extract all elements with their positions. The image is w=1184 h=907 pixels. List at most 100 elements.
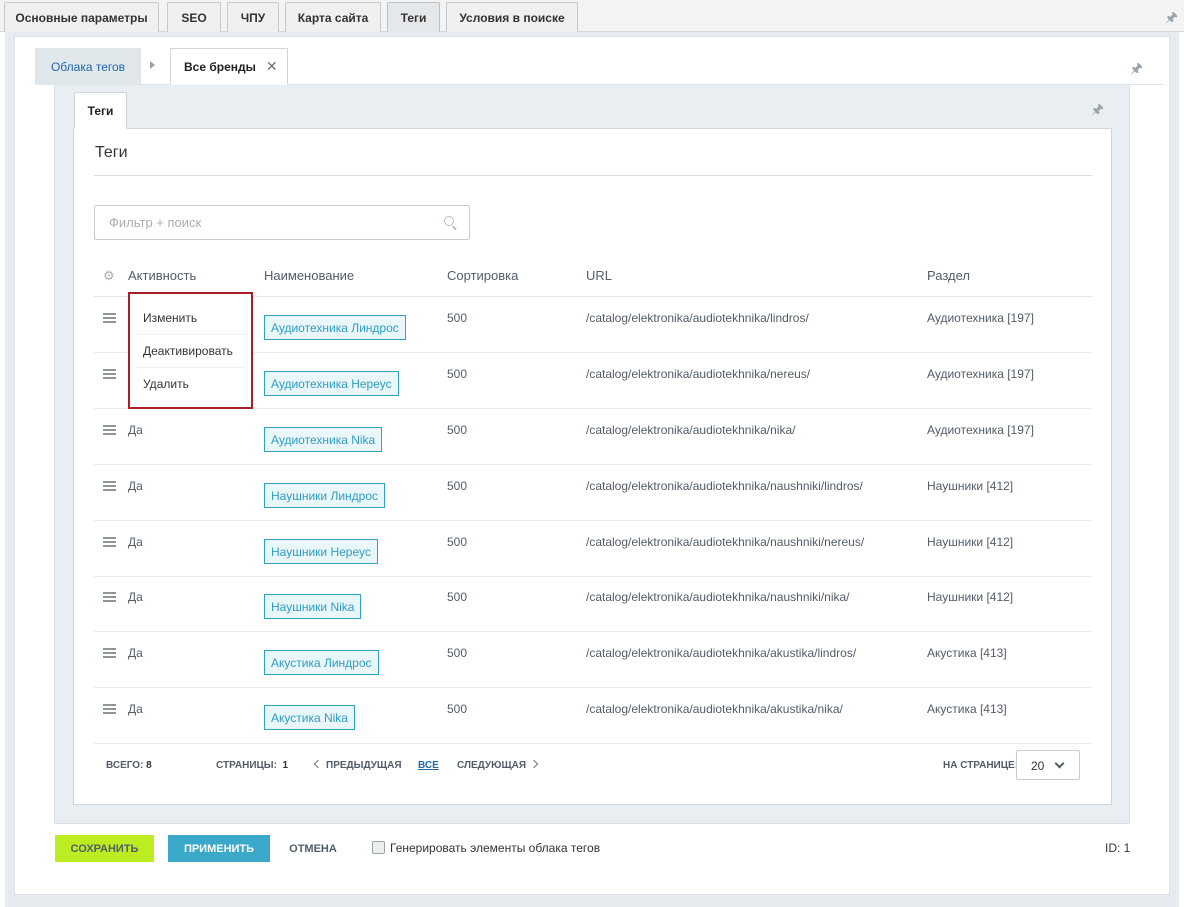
tab-chpu[interactable]: ЧПУ <box>227 2 279 32</box>
cell-sort: 500 <box>447 479 468 493</box>
cell-section: Аудиотехника [197] <box>927 311 1034 325</box>
tag-link[interactable]: Аудиотехника Линдрос <box>264 315 406 340</box>
menu-item-edit[interactable]: Изменить <box>143 311 197 325</box>
row-menu-icon[interactable] <box>103 369 116 379</box>
per-page-value: 20 <box>1031 759 1045 773</box>
cell-url: /catalog/elektronika/audiotekhnika/akust… <box>586 646 857 660</box>
total-label: Всего: <box>106 760 144 771</box>
all-pages-link[interactable]: Все <box>418 760 439 771</box>
pin-icon[interactable]: 🖈 <box>1091 99 1104 123</box>
tag-link[interactable]: Акустика Линдрос <box>264 650 379 675</box>
breadcrumb-arrow-icon <box>150 61 155 69</box>
row-menu-icon[interactable] <box>103 592 116 602</box>
row-divider <box>94 576 1092 577</box>
tag-link[interactable]: Аудиотехника Нереус <box>264 371 399 396</box>
row-menu-icon[interactable] <box>103 425 116 435</box>
pages-value: 1 <box>282 760 289 771</box>
cell-active: Да <box>128 479 143 493</box>
pin-icon[interactable]: 🖈 <box>1165 7 1178 31</box>
tag-link[interactable]: Наушники Линдрос <box>264 483 386 508</box>
cancel-button[interactable]: Отмена <box>280 835 346 862</box>
cell-section: Наушники [412] <box>927 479 1014 493</box>
tab-seo[interactable]: SEO <box>167 2 221 32</box>
bottom-strip <box>14 895 1170 907</box>
cell-url: /catalog/elektronika/audiotekhnika/nika/ <box>586 423 796 437</box>
record-id: ID: 1 <box>1105 841 1131 855</box>
cell-url: /catalog/elektronika/audiotekhnika/naush… <box>586 535 865 549</box>
tag-link[interactable]: Наушники Nika <box>264 594 362 619</box>
total-value: 8 <box>146 760 152 771</box>
cell-url: /catalog/elektronika/audiotekhnika/lindr… <box>586 311 809 325</box>
cell-active: Да <box>128 423 143 437</box>
apply-button[interactable]: Применить <box>168 835 270 862</box>
inner-tab-tags[interactable]: Теги <box>74 92 127 129</box>
row-divider <box>94 464 1092 465</box>
per-page-select[interactable]: 20 <box>1016 750 1080 780</box>
cell-sort: 500 <box>447 311 468 325</box>
cell-sort: 500 <box>447 423 468 437</box>
gear-icon[interactable]: ⚙ <box>103 268 115 284</box>
search-icon[interactable] <box>444 216 454 226</box>
sub-tab-bar: Облака тегов Все бренды ✕ <box>35 48 1163 85</box>
menu-divider <box>136 367 246 368</box>
row-menu-icon[interactable] <box>103 537 116 547</box>
row-divider <box>94 520 1092 521</box>
row-menu-icon[interactable] <box>103 481 116 491</box>
sub-tab-tag-clouds[interactable]: Облака тегов <box>35 48 141 85</box>
tag-link[interactable]: Аудиотехника Nika <box>264 427 383 452</box>
save-button[interactable]: Сохранить <box>55 835 154 862</box>
next-page-link[interactable]: Следующая <box>457 759 539 771</box>
tab-tags[interactable]: Теги <box>387 2 440 32</box>
close-icon[interactable]: ✕ <box>266 58 278 75</box>
row-menu-icon[interactable] <box>103 704 116 714</box>
prev-page-link[interactable]: Предыдущая <box>313 759 402 771</box>
column-header-section[interactable]: Раздел <box>927 268 970 283</box>
column-header-url[interactable]: URL <box>586 268 612 283</box>
cell-url: /catalog/elektronika/audiotekhnika/naush… <box>586 590 850 604</box>
cell-active: Да <box>128 535 143 549</box>
pages-label: Страницы: <box>216 760 277 771</box>
row-context-menu: Изменить Деактивировать Удалить <box>128 292 253 409</box>
chevron-down-icon <box>1054 758 1065 769</box>
sub-tab-all-brands[interactable]: Все бренды ✕ <box>170 48 288 85</box>
cell-section: Аудиотехника [197] <box>927 367 1034 381</box>
cell-sort: 500 <box>447 590 468 604</box>
tab-sitemap[interactable]: Карта сайта <box>285 2 381 32</box>
tag-link[interactable]: Акустика Nika <box>264 705 355 730</box>
column-header-sort[interactable]: Сортировка <box>447 268 518 283</box>
tab-search-conditions[interactable]: Условия в поиске <box>446 2 578 32</box>
per-page-label: На странице: <box>943 760 1019 771</box>
cell-section: Акустика [413] <box>927 646 1007 660</box>
pages-count: Страницы: 1 <box>216 760 288 771</box>
top-tab-bar: Основные параметры SEO ЧПУ Карта сайта Т… <box>0 0 1184 32</box>
search-box[interactable] <box>94 205 470 240</box>
cell-active: Да <box>128 646 143 660</box>
pin-icon[interactable]: 🖈 <box>1130 58 1143 82</box>
total-count: Всего: 8 <box>106 760 152 771</box>
menu-item-deactivate[interactable]: Деактивировать <box>143 344 233 358</box>
tag-link[interactable]: Наушники Нереус <box>264 539 378 564</box>
cell-url: /catalog/elektronika/audiotekhnika/akust… <box>586 702 843 716</box>
tab-main-params[interactable]: Основные параметры <box>4 2 159 32</box>
cell-section: Аудиотехника [197] <box>927 423 1034 437</box>
search-input[interactable] <box>95 206 435 239</box>
sub-tab-all-brands-label: Все бренды <box>184 59 256 74</box>
generate-checkbox-label[interactable]: Генерировать элементы облака тегов <box>390 841 600 855</box>
menu-divider <box>136 334 246 335</box>
next-label: Следующая <box>457 760 527 771</box>
cell-active: Да <box>128 702 143 716</box>
column-header-name[interactable]: Наименование <box>264 268 354 283</box>
generate-checkbox[interactable] <box>372 841 385 854</box>
row-menu-icon[interactable] <box>103 648 116 658</box>
cell-sort: 500 <box>447 367 468 381</box>
prev-label: Предыдущая <box>326 760 402 771</box>
section-title: Теги <box>95 144 128 161</box>
cell-section: Наушники [412] <box>927 535 1014 549</box>
menu-item-delete[interactable]: Удалить <box>143 377 189 391</box>
divider <box>94 175 1092 176</box>
row-divider <box>94 687 1092 688</box>
cell-sort: 500 <box>447 702 468 716</box>
row-menu-icon[interactable] <box>103 313 116 323</box>
cell-url: /catalog/elektronika/audiotekhnika/nereu… <box>586 367 811 381</box>
column-header-active[interactable]: Активность <box>128 268 196 283</box>
